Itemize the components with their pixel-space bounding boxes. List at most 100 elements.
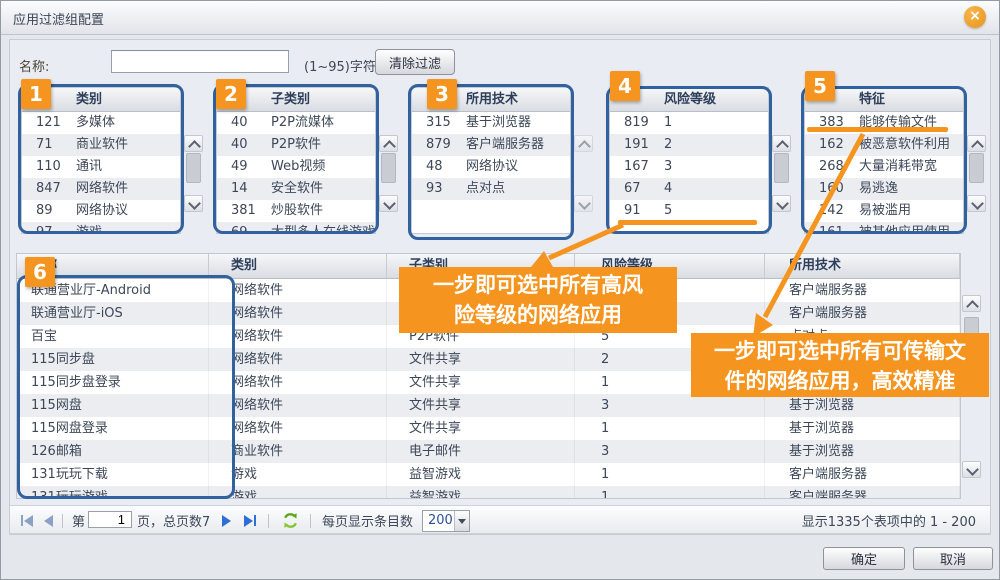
chevron-down-icon xyxy=(383,197,396,210)
cell-technology: 基于浏览器 xyxy=(765,417,960,440)
scroll-down-button[interactable] xyxy=(967,195,986,212)
scroll-down-button[interactable] xyxy=(184,195,203,212)
next-page-button[interactable] xyxy=(222,506,231,535)
dropdown-button[interactable] xyxy=(454,511,469,531)
item-label: 炒股软件 xyxy=(271,200,375,222)
scroll-down-button[interactable] xyxy=(772,195,791,212)
cell-subcategory: 益智游戏 xyxy=(387,486,575,499)
page-number-input[interactable] xyxy=(88,511,132,528)
item-label: 被其他应用使用 xyxy=(859,222,963,234)
item-label: P2P软件 xyxy=(271,134,375,156)
list-item[interactable]: 162被恶意软件利用 xyxy=(805,134,963,156)
list-item[interactable]: 69大型多人在线游戏 xyxy=(217,222,375,234)
item-label: 2 xyxy=(664,134,768,156)
scroll-down-button[interactable] xyxy=(574,195,593,212)
list-item[interactable]: 674 xyxy=(610,178,768,200)
list-item[interactable]: 1912 xyxy=(610,134,768,156)
item-label: Web视频 xyxy=(271,156,375,178)
list-item[interactable]: 97游戏 xyxy=(22,222,180,234)
chevron-up-icon xyxy=(776,140,789,153)
first-page-button[interactable] xyxy=(20,506,33,535)
item-label: 点对点 xyxy=(466,178,570,200)
list-item[interactable]: 381炒股软件 xyxy=(217,200,375,222)
list-item[interactable]: 161被其他应用使用 xyxy=(805,222,963,234)
close-icon[interactable]: × xyxy=(964,6,986,28)
scrollbar-thumb[interactable] xyxy=(381,153,396,183)
cell-name: 百宝 xyxy=(17,325,209,348)
header-cell-technology: 所用技术 xyxy=(765,254,960,278)
cancel-button[interactable]: 取消 xyxy=(913,547,993,570)
item-count: 167 xyxy=(610,156,664,178)
scrollbar-thumb[interactable] xyxy=(969,153,984,183)
last-page-button[interactable] xyxy=(244,506,257,535)
scrollbar-thumb[interactable] xyxy=(186,153,201,183)
item-label: 基于浏览器 xyxy=(466,112,570,134)
name-label: 名称: xyxy=(19,56,49,75)
table-summary: 显示1335个表项中的 1 - 200 xyxy=(802,506,976,535)
list-scrollbar xyxy=(379,87,398,234)
name-input[interactable] xyxy=(111,50,289,73)
prev-page-button[interactable] xyxy=(44,506,53,535)
prev-page-icon xyxy=(44,515,53,527)
chevron-up-icon xyxy=(578,140,591,153)
per-page-select[interactable]: 200 xyxy=(422,510,470,532)
list-item[interactable]: 383能够传输文件 xyxy=(805,112,963,134)
list-item[interactable]: 71商业软件 xyxy=(22,134,180,156)
scroll-up-button[interactable] xyxy=(962,295,981,312)
list-item[interactable]: 8191 xyxy=(610,112,768,134)
list-item[interactable]: 879客户端服务器 xyxy=(412,134,570,156)
list-item[interactable]: 89网络协议 xyxy=(22,200,180,222)
cell-technology: 基于浏览器 xyxy=(765,394,960,417)
cell-name: 联通营业厅-iOS xyxy=(17,302,209,325)
scroll-up-button[interactable] xyxy=(772,135,791,152)
list-item[interactable]: 40P2P软件 xyxy=(217,134,375,156)
list-item[interactable]: 142易被滥用 xyxy=(805,200,963,222)
scrollbar-thumb[interactable] xyxy=(774,153,789,183)
filter-list-risk: 风险等级 819119121673674915 xyxy=(609,87,769,234)
table-row[interactable]: 131玩玩游戏 游戏 益智游戏 1 客户端服务器 xyxy=(17,486,960,499)
list-item[interactable]: 1673 xyxy=(610,156,768,178)
list-item[interactable]: 93点对点 xyxy=(412,178,570,200)
cell-technology: 客户端服务器 xyxy=(765,279,960,302)
list-item[interactable]: 49Web视频 xyxy=(217,156,375,178)
annotation-badge-1: 1 xyxy=(21,79,51,109)
list-item[interactable]: 268大量消耗带宽 xyxy=(805,156,963,178)
table-row[interactable]: 131玩玩下载 游戏 益智游戏 1 客户端服务器 xyxy=(17,463,960,486)
item-count: 49 xyxy=(217,156,271,178)
list-item[interactable]: 315基于浏览器 xyxy=(412,112,570,134)
item-label: 安全软件 xyxy=(271,178,375,200)
scroll-down-button[interactable] xyxy=(379,195,398,212)
list-item[interactable]: 14安全软件 xyxy=(217,178,375,200)
ok-button[interactable]: 确定 xyxy=(823,547,905,570)
clear-filter-button[interactable]: 清除过滤 xyxy=(375,49,455,75)
item-label: 通讯 xyxy=(76,156,180,178)
list-item[interactable]: 110通讯 xyxy=(22,156,180,178)
annotation-callout-feature: 一步即可选中所有可传输文 件的网络应用，高效精准 xyxy=(691,333,989,397)
item-count: 161 xyxy=(805,222,859,234)
item-label: 网络软件 xyxy=(76,178,180,200)
table-row[interactable]: 115网盘 网络软件 文件共享 3 基于浏览器 xyxy=(17,394,960,417)
filter-list-technology: 所用技术 315基于浏览器879客户端服务器48网络协议93点对点 xyxy=(411,87,571,234)
item-count: 110 xyxy=(22,156,76,178)
list-item[interactable]: 160易逃逸 xyxy=(805,178,963,200)
list-item[interactable]: 847网络软件 xyxy=(22,178,180,200)
cell-risk: 1 xyxy=(575,417,765,440)
list-item[interactable]: 121多媒体 xyxy=(22,112,180,134)
annotation-badge-5: 5 xyxy=(805,71,835,101)
scroll-up-button[interactable] xyxy=(184,135,203,152)
item-label: 被恶意软件利用 xyxy=(859,134,963,156)
list-item[interactable]: 48网络协议 xyxy=(412,156,570,178)
per-page-label: 每页显示条目数 xyxy=(322,506,413,535)
refresh-button[interactable] xyxy=(282,506,299,535)
list-item[interactable]: 915 xyxy=(610,200,768,222)
scroll-up-button[interactable] xyxy=(967,135,986,152)
scroll-up-button[interactable] xyxy=(574,135,593,152)
table-row[interactable]: 126邮箱 商业软件 电子邮件 3 基于浏览器 xyxy=(17,440,960,463)
list-scrollbar xyxy=(574,87,593,234)
scroll-up-button[interactable] xyxy=(379,135,398,152)
list-item[interactable]: 40P2P流媒体 xyxy=(217,112,375,134)
scroll-down-button[interactable] xyxy=(962,461,981,478)
app-filter-config-dialog: 应用过滤组配置 × 名称: (1~95)字符 清除过滤 类别 121多媒体71商… xyxy=(0,0,1000,580)
table-row[interactable]: 115网盘登录 网络软件 文件共享 1 基于浏览器 xyxy=(17,417,960,440)
item-count: 93 xyxy=(412,178,466,200)
